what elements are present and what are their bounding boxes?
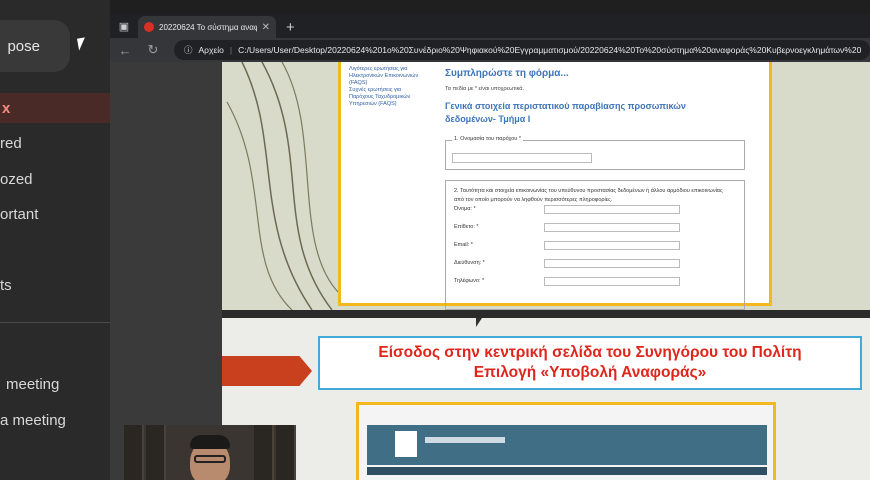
field-label: Διεύθυνση: *	[454, 260, 485, 266]
arrow-icon	[222, 356, 312, 386]
form-row-email: Email: *	[454, 241, 734, 251]
bookshelf	[124, 425, 144, 480]
provider-label: 1. Ονομασία του παρόχου *	[452, 136, 523, 142]
compose-label: pose	[7, 37, 40, 55]
form-row-address: Διεύθυνση: *	[454, 259, 734, 269]
browser-window: ▣ 20220624 Το σύστημα αναφοράς ✕ + ← ↻ ⓘ…	[110, 14, 870, 480]
field-label: Τηλέφωνο: *	[454, 278, 485, 284]
sidebar-item-drafts[interactable]: ts	[0, 270, 110, 300]
bookshelf	[254, 425, 274, 480]
browser-tab[interactable]: 20220624 Το σύστημα αναφοράς ✕	[138, 16, 276, 38]
website-title-bar	[425, 437, 505, 443]
sidebar-divider	[0, 322, 110, 323]
sidebar-item-important[interactable]: ortant	[0, 199, 110, 229]
screen: pose x red ozed ortant ts meeting a meet…	[0, 0, 870, 480]
sidebar-item-label: ozed	[0, 170, 33, 188]
phone-input[interactable]	[544, 277, 680, 286]
compose-button[interactable]: pose	[0, 20, 70, 72]
address-bar[interactable]: ⓘ Αρχείο | C:/Users/User/Desktop/2022062…	[174, 40, 870, 60]
nav-link[interactable]: (FAQS)	[349, 80, 439, 87]
bookshelf	[146, 425, 166, 480]
logo-icon	[395, 431, 417, 457]
banner-line-1: Είσοδος στην κεντρική σελίδα του Συνηγόρ…	[378, 344, 802, 361]
back-icon[interactable]: ←	[118, 43, 132, 58]
provider-input[interactable]	[452, 153, 592, 163]
doc-nav-links: Λιγότερες ερωτήσεις για Ηλεκτρονικών Επι…	[349, 66, 439, 108]
nav-link[interactable]: Συχνές ερωτήσεις για	[349, 87, 439, 94]
sidebar-item-starred[interactable]: red	[0, 128, 110, 158]
page-divider	[222, 310, 870, 318]
tab-bar: ▣ 20220624 Το σύστημα αναφοράς ✕ +	[110, 14, 870, 38]
reload-icon[interactable]: ↻	[146, 42, 160, 58]
nav-link[interactable]: Παρόχους Ταχυδρομικών	[349, 94, 439, 101]
sidebar-item-inbox[interactable]: x	[0, 93, 110, 123]
form-row-name: Όνομα: *	[454, 205, 734, 215]
bookshelf	[276, 425, 296, 480]
field-label: Επίθετο: *	[454, 224, 479, 230]
provider-fieldset: 1. Ονομασία του παρόχου *	[445, 136, 745, 170]
tab-title: 20220624 Το σύστημα αναφοράς	[159, 22, 257, 32]
form-row-phone: Τηλέφωνο: *	[454, 277, 734, 287]
pointer-cursor-icon	[476, 318, 482, 327]
new-tab-icon[interactable]: +	[276, 19, 305, 38]
new-meeting-link[interactable]: meeting	[0, 369, 110, 399]
join-meeting-link[interactable]: a meeting	[0, 405, 110, 435]
surname-input[interactable]	[544, 223, 680, 232]
contact-fieldset: 2. Ταυτότητα και στοιχεία επικοινωνίας τ…	[445, 180, 745, 310]
decorative-curves	[226, 62, 339, 310]
email-input[interactable]	[544, 241, 680, 250]
slide-ombudsman: Είσοδος στην κεντρική σελίδα του Συνηγόρ…	[222, 318, 870, 480]
section-title: Γενικά στοιχεία περιστατικού παραβίασης …	[445, 101, 686, 124]
form-row-surname: Επίθετο: *	[454, 223, 734, 233]
pdf-viewport[interactable]: Λιγότερες ερωτήσεις για Ηλεκτρονικών Επι…	[110, 62, 870, 480]
name-input[interactable]	[544, 205, 680, 214]
nav-link[interactable]: Υπηρεσιών (FAQS)	[349, 101, 439, 108]
sidebar-item-snoozed[interactable]: ozed	[0, 164, 110, 194]
meeting-label: meeting	[6, 375, 60, 393]
gmail-sidebar: pose x red ozed ortant ts meeting a meet…	[0, 0, 110, 480]
form-heading: Συμπληρώστε τη φόρμα...	[445, 68, 569, 79]
address-url: C:/Users/User/Desktop/20220624%201o%20Συ…	[238, 45, 862, 55]
nav-link[interactable]: Λιγότερες ερωτήσεις για	[349, 66, 439, 73]
meeting-label: a meeting	[0, 411, 66, 429]
sidebar-item-label: x	[2, 99, 11, 117]
banner-line-2: Επιλογή «Υποβολή Αναφοράς»	[473, 364, 707, 381]
sidebar-item-label: ortant	[0, 205, 39, 223]
pdf-favicon-icon	[144, 22, 154, 32]
field-label: Email: *	[454, 242, 473, 248]
window-menu-icon[interactable]: ▣	[110, 14, 138, 38]
website-screenshot	[356, 402, 776, 480]
required-note: Τα πεδία με * είναι υποχρεωτικά.	[445, 86, 524, 92]
presenter-hair	[190, 435, 230, 449]
sidebar-item-label: red	[0, 134, 22, 152]
instruction-banner: Είσοδος στην κεντρική σελίδα του Συνηγόρ…	[318, 336, 862, 390]
browser-toolbar: ← ↻ ⓘ Αρχείο | C:/Users/User/Desktop/202…	[110, 38, 870, 62]
website-header	[367, 425, 767, 465]
address-input[interactable]	[544, 259, 680, 268]
nav-link[interactable]: Ηλεκτρονικών Επικοινωνιών	[349, 73, 439, 80]
website-nav	[367, 467, 767, 475]
field-label: Όνομα: *	[454, 206, 476, 212]
address-separator: |	[229, 45, 233, 55]
info-icon[interactable]: ⓘ	[184, 44, 193, 56]
form-document: Λιγότερες ερωτήσεις για Ηλεκτρονικών Επι…	[338, 62, 772, 310]
sidebar-item-label: ts	[0, 276, 12, 294]
slide-form: Λιγότερες ερωτήσεις για Ηλεκτρονικών Επι…	[222, 62, 870, 310]
glasses-icon	[194, 455, 226, 463]
contact-label: 2. Ταυτότητα και στοιχεία επικοινωνίας τ…	[454, 188, 723, 203]
address-info-label: Αρχείο	[198, 45, 224, 55]
close-icon[interactable]: ✕	[262, 22, 270, 33]
webcam-video	[124, 425, 296, 480]
